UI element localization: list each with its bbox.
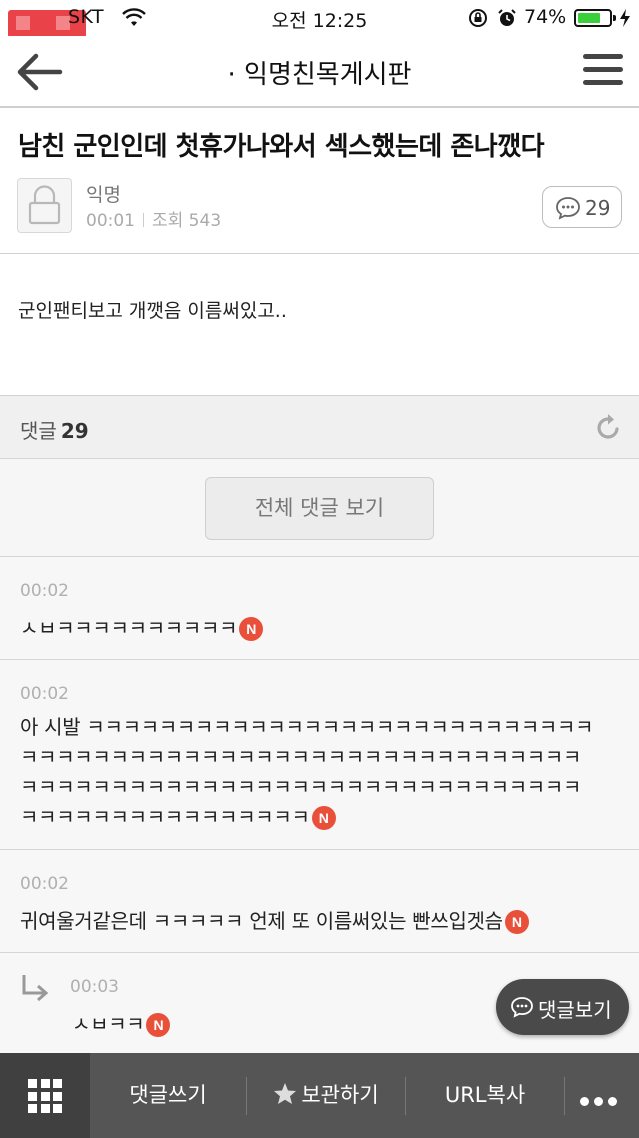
comment-text: 아 시발 ㅋㅋㅋㅋㅋㅋㅋㅋㅋㅋㅋㅋㅋㅋㅋㅋㅋㅋㅋㅋㅋㅋㅋㅋㅋㅋㅋㅋ ㅋㅋㅋㅋㅋㅋ… bbox=[20, 715, 594, 830]
new-badge: N bbox=[239, 617, 264, 641]
orientation-lock-icon bbox=[467, 8, 489, 32]
write-comment-button[interactable]: 댓글쓰기 bbox=[90, 1053, 246, 1138]
comment-item: 00:02 귀여울거같은데 ㅋㅋㅋㅋㅋ 언제 또 이름써있는 빤쓰입겟슴 N bbox=[0, 850, 639, 953]
post-meta: 00:01 조회 543 bbox=[86, 206, 221, 231]
bottom-toolbar: 댓글쓰기 보관하기 URL복사 bbox=[0, 1053, 639, 1138]
new-badge: N bbox=[146, 1013, 171, 1037]
comment-time: 00:02 bbox=[20, 684, 69, 704]
reply-arrow-icon bbox=[20, 973, 50, 1009]
charging-bolt-icon bbox=[619, 8, 631, 32]
post-body: 군인팬티보고 개깻음 이름써있고.. bbox=[18, 300, 287, 322]
comment-time: 00:03 bbox=[70, 977, 119, 997]
divider bbox=[0, 253, 639, 254]
bookmark-button[interactable]: 보관하기 bbox=[247, 1053, 405, 1138]
comment-text: 귀여울거같은데 ㅋㅋㅋㅋㅋ 언제 또 이름써있는 빤쓰입겟슴 N bbox=[20, 906, 529, 936]
status-bar: SKT 오전 12:25 74% bbox=[0, 0, 639, 38]
star-icon bbox=[273, 1056, 297, 1138]
grid-icon[interactable] bbox=[0, 1053, 90, 1138]
comment-time: 00:02 bbox=[20, 581, 69, 601]
speech-bubble-icon bbox=[555, 196, 581, 224]
comment-text: ㅅㅂㅋㅋ N bbox=[72, 1009, 171, 1039]
navigation-bar: · 익명친목게시판 bbox=[0, 36, 639, 108]
comment-text: ㅅㅂㅋㅋㅋㅋㅋㅋㅋㅋㅋㅋ N bbox=[20, 613, 264, 643]
refresh-icon[interactable] bbox=[595, 411, 623, 445]
post-title: 남친 군인인데 첫휴가나와서 섹스했는데 존나깼다 bbox=[18, 132, 545, 162]
lock-avatar-icon bbox=[17, 178, 72, 233]
hamburger-menu-icon[interactable] bbox=[583, 52, 623, 88]
alarm-icon bbox=[497, 8, 517, 32]
battery-icon bbox=[574, 9, 616, 27]
comments-count: 29 bbox=[60, 419, 89, 443]
comment-item: 00:02 ㅅㅂㅋㅋㅋㅋㅋㅋㅋㅋㅋㅋ N bbox=[0, 557, 639, 660]
more-dots-icon[interactable] bbox=[580, 1091, 622, 1110]
comments-header: 댓글 29 bbox=[0, 395, 639, 459]
view-comments-label: 댓글보기 bbox=[538, 998, 612, 1022]
speech-bubble-icon bbox=[510, 996, 534, 1022]
battery-fill bbox=[578, 13, 601, 23]
copy-url-button[interactable]: URL복사 bbox=[406, 1053, 564, 1138]
view-all-comments-button[interactable]: 전체 댓글 보기 bbox=[205, 477, 434, 540]
comment-count-button[interactable]: 29 bbox=[542, 186, 622, 228]
post-author: 익명 bbox=[86, 184, 121, 206]
comment-count: 29 bbox=[585, 196, 611, 220]
board-title: · 익명친목게시판 bbox=[227, 60, 412, 90]
new-badge: N bbox=[311, 806, 336, 830]
battery-percent: 74% bbox=[524, 6, 567, 28]
comment-item: 00:02 아 시발 ㅋㅋㅋㅋㅋㅋㅋㅋㅋㅋㅋㅋㅋㅋㅋㅋㅋㅋㅋㅋㅋㅋㅋㅋㅋㅋㅋㅋ … bbox=[0, 660, 639, 850]
comments-label: 댓글 29 bbox=[20, 419, 89, 443]
new-badge: N bbox=[504, 910, 529, 934]
bookmark-label: 보관하기 bbox=[301, 1083, 379, 1107]
post-time: 00:01 bbox=[86, 211, 135, 231]
post-views: 조회 543 bbox=[152, 211, 222, 231]
comment-time: 00:02 bbox=[20, 874, 69, 894]
view-all-area: 전체 댓글 보기 bbox=[0, 459, 639, 557]
view-comments-floating-button[interactable]: 댓글보기 bbox=[496, 979, 629, 1035]
